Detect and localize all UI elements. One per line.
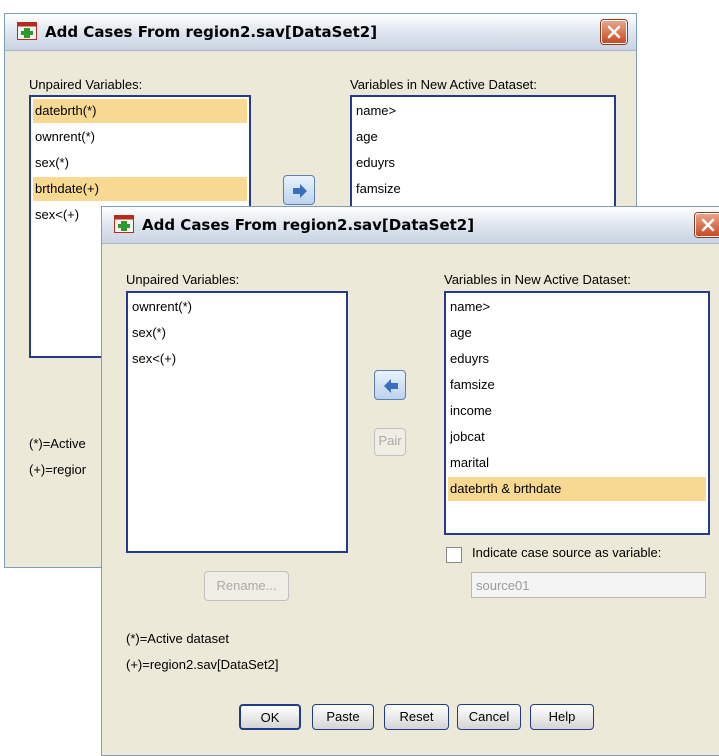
- front-title-bar[interactable]: Add Cases From region2.sav[DataSet2]: [102, 207, 719, 244]
- source-variable-input[interactable]: source01: [471, 572, 706, 598]
- unpaired-variables-label: Unpaired Variables:: [126, 272, 240, 287]
- list-item[interactable]: name>: [448, 295, 706, 319]
- list-item[interactable]: eduyrs: [354, 151, 612, 175]
- close-icon: [701, 218, 715, 232]
- reset-button[interactable]: Reset: [384, 704, 449, 730]
- ok-button[interactable]: OK: [239, 704, 301, 730]
- list-item[interactable]: eduyrs: [448, 347, 706, 371]
- list-item[interactable]: sex(*): [33, 151, 247, 175]
- list-item[interactable]: jobcat: [448, 425, 706, 449]
- indicate-case-source-checkbox[interactable]: [446, 547, 462, 563]
- rename-button[interactable]: Rename...: [204, 571, 289, 601]
- arrow-right-icon: [293, 184, 307, 198]
- cancel-button[interactable]: Cancel: [457, 704, 521, 730]
- legend-active: (*)=Active dataset: [126, 631, 229, 646]
- help-button[interactable]: Help: [530, 704, 594, 730]
- back-title-bar[interactable]: Add Cases From region2.sav[DataSet2]: [5, 14, 636, 51]
- new-dataset-label: Variables in New Active Dataset:: [444, 272, 631, 287]
- list-item[interactable]: ownrent(*): [130, 295, 344, 319]
- move-left-button[interactable]: [374, 370, 406, 400]
- list-item[interactable]: sex<(+): [130, 347, 344, 371]
- list-item[interactable]: age: [354, 125, 612, 149]
- legend-region: (+)=region2.sav[DataSet2]: [126, 657, 279, 672]
- list-item[interactable]: famsize: [448, 373, 706, 397]
- list-item[interactable]: ownrent(*): [33, 125, 247, 149]
- new-dataset-list[interactable]: name> age eduyrs famsize income jobcat m…: [444, 291, 710, 535]
- front-dialog-title: Add Cases From region2.sav[DataSet2]: [142, 216, 475, 234]
- front-close-button[interactable]: [695, 213, 719, 237]
- pair-button[interactable]: Pair: [374, 428, 406, 456]
- list-item[interactable]: brthdate(+): [33, 177, 247, 201]
- indicate-case-source-label: Indicate case source as variable:: [472, 545, 662, 560]
- app-icon: [114, 215, 134, 233]
- list-item[interactable]: famsize: [354, 177, 612, 201]
- back-move-right-button[interactable]: [283, 175, 315, 205]
- close-icon: [607, 25, 621, 39]
- arrow-left-icon: [384, 379, 398, 393]
- list-item[interactable]: datebrth & brthdate: [448, 477, 706, 501]
- back-close-button[interactable]: [601, 20, 627, 44]
- list-item[interactable]: sex(*): [130, 321, 344, 345]
- list-item[interactable]: income: [448, 399, 706, 423]
- back-unpaired-label: Unpaired Variables:: [29, 77, 143, 92]
- app-icon: [17, 22, 37, 40]
- back-dialog-title: Add Cases From region2.sav[DataSet2]: [45, 23, 378, 41]
- paste-button[interactable]: Paste: [312, 704, 374, 730]
- list-item[interactable]: datebrth(*): [33, 99, 247, 123]
- back-new-dataset-label: Variables in New Active Dataset:: [350, 77, 537, 92]
- unpaired-variables-list[interactable]: ownrent(*) sex(*) sex<(+): [126, 291, 348, 553]
- front-dialog: Add Cases From region2.sav[DataSet2] Unp…: [101, 206, 719, 756]
- list-item[interactable]: marital: [448, 451, 706, 475]
- list-item[interactable]: name>: [354, 99, 612, 123]
- back-legend-region: (+)=regior: [29, 462, 87, 477]
- list-item[interactable]: age: [448, 321, 706, 345]
- back-legend-active: (*)=Active: [29, 436, 86, 451]
